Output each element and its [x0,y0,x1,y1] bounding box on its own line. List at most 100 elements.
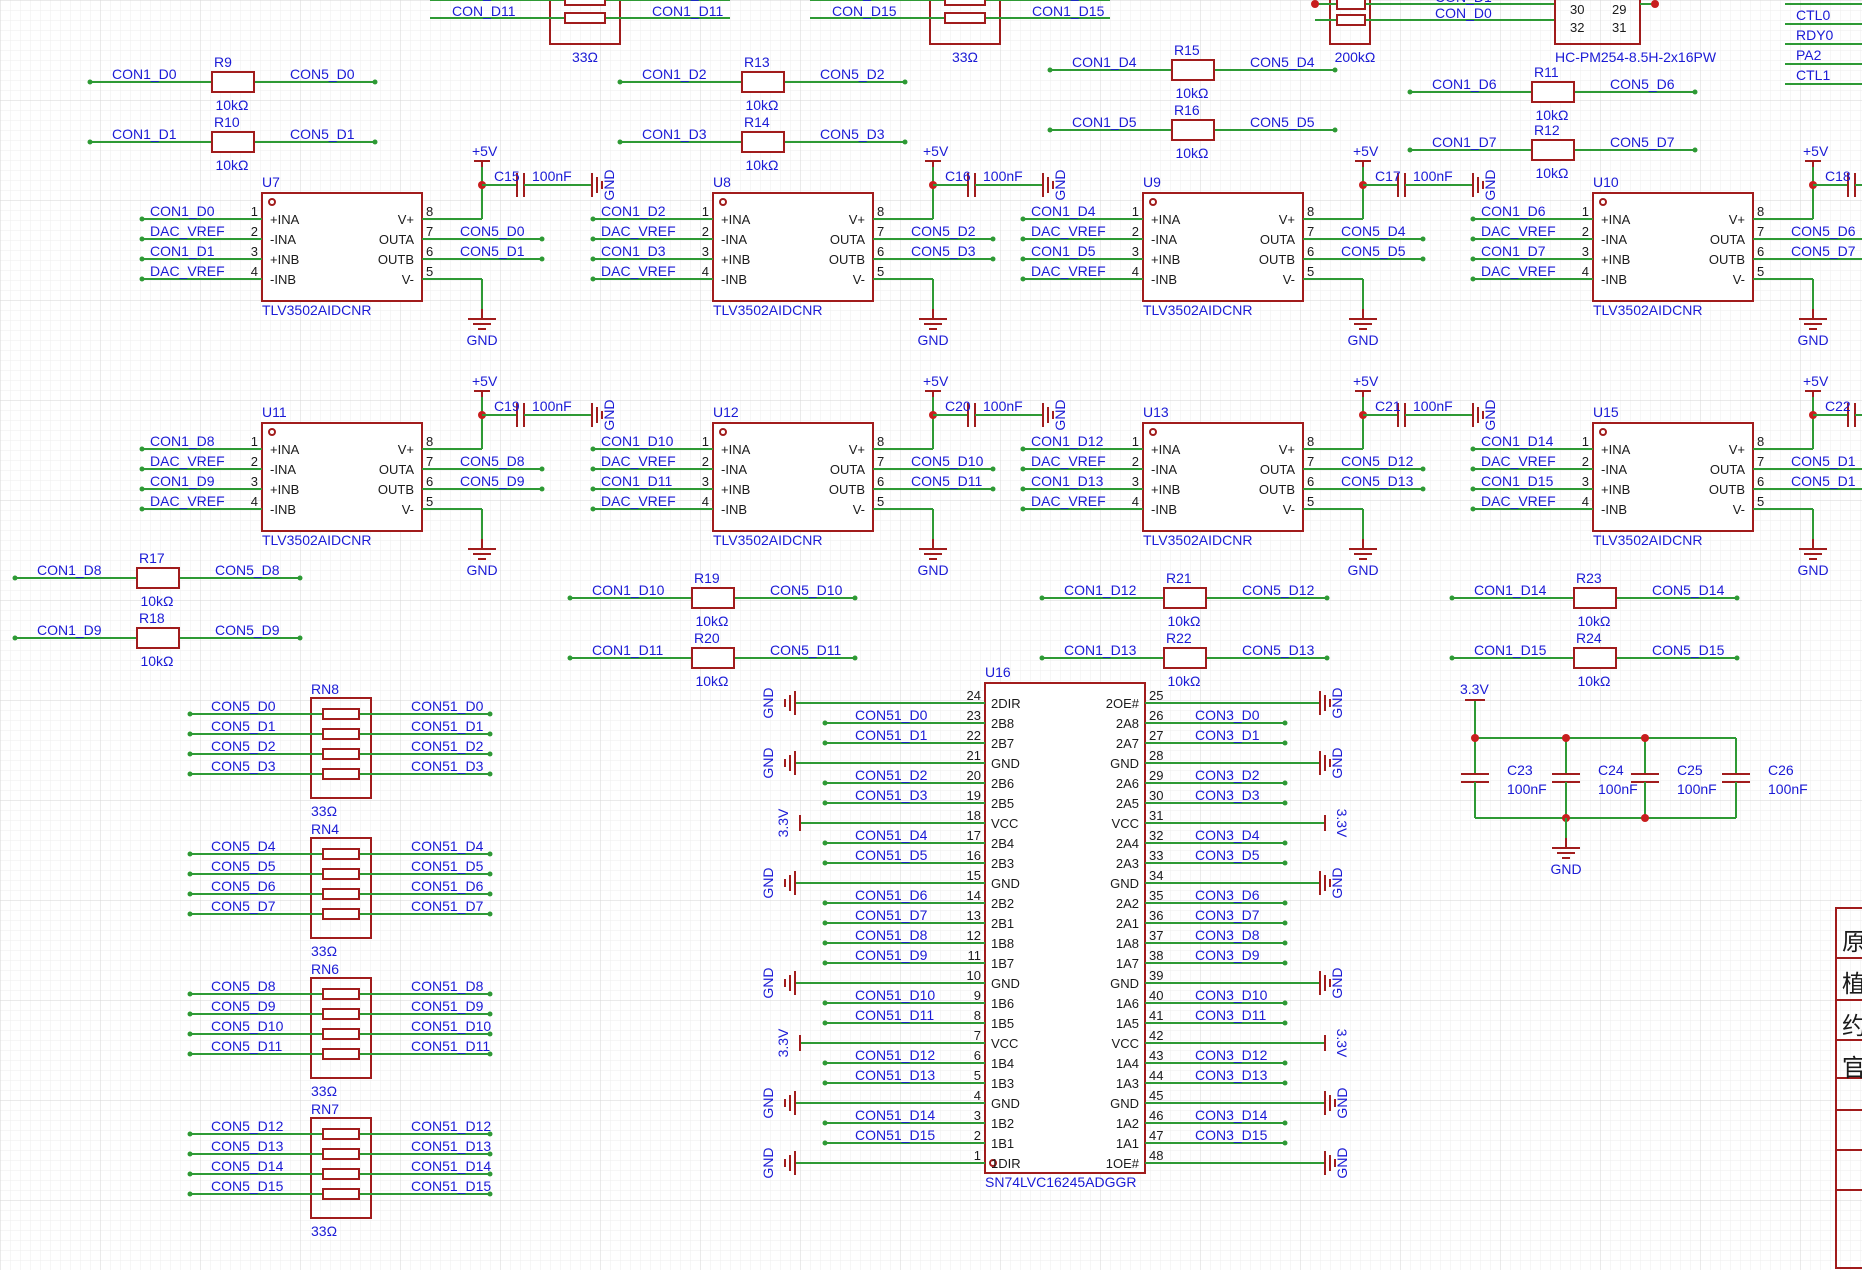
pin-name: 1A5 [1116,1016,1139,1031]
net-label: CON51_D0 [411,698,484,714]
net-label: CON3_D0 [1195,707,1260,723]
net-label: CON_D15 [832,3,897,19]
ground-label: GND [1797,332,1828,348]
pin-number: 5 [877,494,884,509]
pin-number: 3 [1132,474,1139,489]
net-label: CON3_D7 [1195,907,1260,923]
pin-number: 1 [1132,204,1139,219]
wire-end [1282,1020,1288,1026]
net-label: CON51_D3 [855,787,928,803]
pin-number: 4 [702,264,709,279]
resistor-body [691,587,735,609]
pin-name: OUTA [830,462,865,477]
pin-number: 8 [877,434,884,449]
wire-end [87,139,93,145]
resnet-value: 33Ω [311,943,337,959]
pin-name: OUTA [830,232,865,247]
pin-name: -INA [270,232,296,247]
wire-end [1692,89,1698,95]
pin-number: 7 [974,1028,981,1043]
resnet-value: 33Ω [311,1223,337,1239]
resistor-ref: R16 [1174,102,1200,118]
pin-number: 6 [1307,244,1314,259]
wire-end [187,871,193,877]
pin-name: OUTB [1709,252,1745,267]
pin-name: OUTB [1259,252,1295,267]
net-label: CON1_D11 [592,642,664,658]
pin-number: 21 [967,748,981,763]
pin-number: 12 [967,928,981,943]
ground-label: GND [760,1147,776,1178]
pin-name: 2B3 [991,856,1014,871]
net-label: CON51_D1 [855,727,928,743]
pin-name: 1OE# [1106,1156,1140,1171]
pin-number: 3 [1582,474,1589,489]
resistor-body [322,1048,360,1060]
pin-name: +INA [270,212,300,227]
net-label: CON51_D6 [855,887,928,903]
resistor-body [1573,647,1617,669]
pin-number: 40 [1149,988,1163,1003]
resistor-ref: R17 [139,550,165,566]
net-label: CON1_D10 [652,0,725,1]
wire-end [187,911,193,917]
cap-ref: C23 [1507,762,1533,778]
resistor-ref: R10 [214,114,240,130]
wire-end [539,466,545,472]
net-label: CON1_D14 [1032,0,1105,1]
edge-label: PD7 [1796,0,1823,3]
pin-name: VCC [991,1036,1018,1051]
pin-number: 16 [967,848,981,863]
pin-name: +INB [270,252,299,267]
net-label: CON5_D5 [1341,243,1406,259]
pin-number: 38 [1149,948,1163,963]
ic-part: TLV3502AIDCNR [1143,302,1252,318]
pin-name: GND [1110,876,1139,891]
wire-end [567,595,573,601]
net-label: DAC_VREF [1481,263,1556,279]
resistor-body [322,888,360,900]
wire-end [1282,940,1288,946]
wire-end [902,139,908,145]
wire-end [487,991,493,997]
net-label: DAC_VREF [601,493,676,509]
cap-ref: C24 [1598,762,1624,778]
schematic-canvas[interactable]: CON_D10CON1_D10CON_D11CON1_D1133ΩCON_D14… [0,0,1862,1270]
wire-end [1282,840,1288,846]
net-label: DAC_VREF [601,263,676,279]
pin-name: +INB [1151,252,1180,267]
pin-name: V- [1733,272,1745,287]
wire-end [372,139,378,145]
pin-number: 2 [251,454,258,469]
pin-name: 1B7 [991,956,1014,971]
pin-number: 2 [251,224,258,239]
pin-name: +INA [1151,442,1181,457]
ground-label: GND [466,332,497,348]
net-label: CON51_D1 [411,718,484,734]
wire-end [590,276,596,282]
wire-end [1407,89,1413,95]
wire-end [1020,486,1026,492]
pin-name: +INB [721,252,750,267]
net-label: CON51_D14 [411,1158,491,1174]
wire-end [187,751,193,757]
schematic-sheet[interactable]: CON_D10CON1_D10CON_D11CON1_D1133ΩCON_D14… [0,0,1862,1270]
ic-ref: U7 [262,174,280,190]
wire-end [1282,900,1288,906]
pin-number: 34 [1149,868,1163,883]
net-label: DAC_VREF [601,223,676,239]
net-label: CON1_D8 [150,433,215,449]
resistor-body [691,647,735,669]
net-label: CON5_D3 [211,758,276,774]
pin-name: -INB [1151,272,1177,287]
net-label: CON3_D8 [1195,927,1260,943]
resnet-value: 33Ω [311,1083,337,1099]
cap-ref: C25 [1677,762,1703,778]
pin-number: 4 [251,494,258,509]
resistor-ref: R15 [1174,42,1200,58]
wire-end [187,1191,193,1197]
net-label: CON1_D15 [1032,3,1105,19]
pin-name: 1B6 [991,996,1014,1011]
pin-number: 6 [877,244,884,259]
net-label: CON5_D8 [460,453,525,469]
